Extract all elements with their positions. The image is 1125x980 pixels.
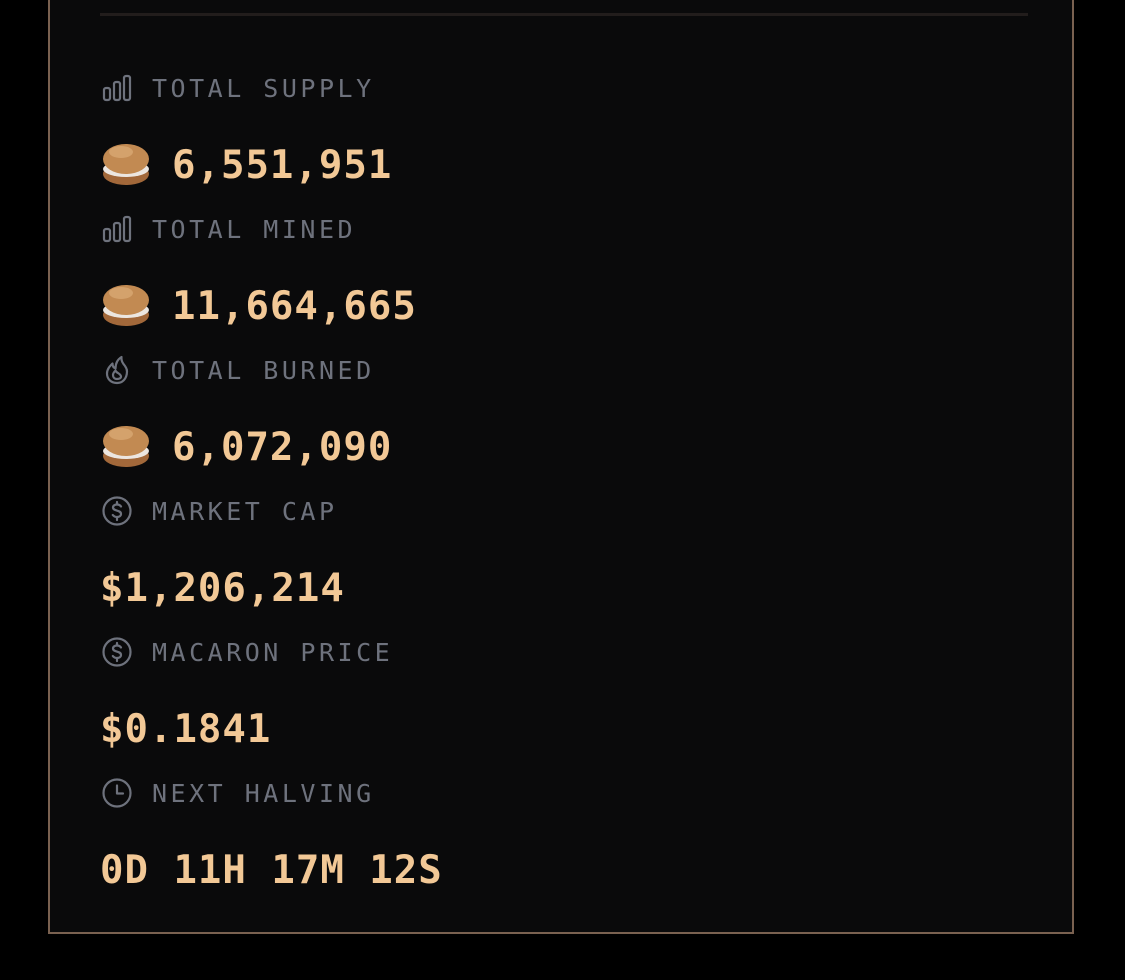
stat-label: TOTAL BURNED	[152, 355, 375, 385]
clock-icon	[100, 776, 134, 810]
stat-total-burned: TOTAL BURNED 6,072,090	[100, 353, 392, 474]
divider	[100, 13, 1028, 16]
stat-market-cap: MARKET CAP $1,206,214	[100, 494, 345, 615]
stat-value: 6,072,090	[172, 424, 393, 470]
macaron-icon	[100, 422, 152, 472]
stat-value: $0.1841	[100, 706, 272, 752]
stat-total-supply: TOTAL SUPPLY 6,551,951	[100, 71, 392, 192]
stat-macaron-price: MACARON PRICE $0.1841	[100, 635, 393, 756]
stat-label: NEXT HALVING	[152, 778, 375, 808]
stat-label: TOTAL MINED	[152, 214, 357, 244]
stat-value: $1,206,214	[100, 565, 345, 611]
stat-total-mined: TOTAL MINED 11,664,665	[100, 212, 417, 333]
stat-value: 6,551,951	[172, 142, 393, 188]
stat-next-halving: NEXT HALVING 0D 11H 17M 12S	[100, 776, 443, 897]
macaron-icon	[100, 281, 152, 331]
flame-icon	[100, 353, 134, 387]
stat-label: MACARON PRICE	[152, 637, 394, 667]
bar-chart-icon	[100, 71, 134, 105]
stat-label: TOTAL SUPPLY	[152, 73, 375, 103]
stat-label: MARKET CAP	[152, 496, 338, 526]
stat-value: 11,664,665	[172, 283, 417, 329]
macaron-icon	[100, 140, 152, 190]
stats-panel: TOTAL SUPPLY 6,551,951 TOTAL MINED 11,66…	[48, 0, 1074, 934]
dollar-circle-icon	[100, 635, 134, 669]
stat-value: 0D 11H 17M 12S	[100, 847, 443, 893]
dollar-circle-icon	[100, 494, 134, 528]
bar-chart-icon	[100, 212, 134, 246]
